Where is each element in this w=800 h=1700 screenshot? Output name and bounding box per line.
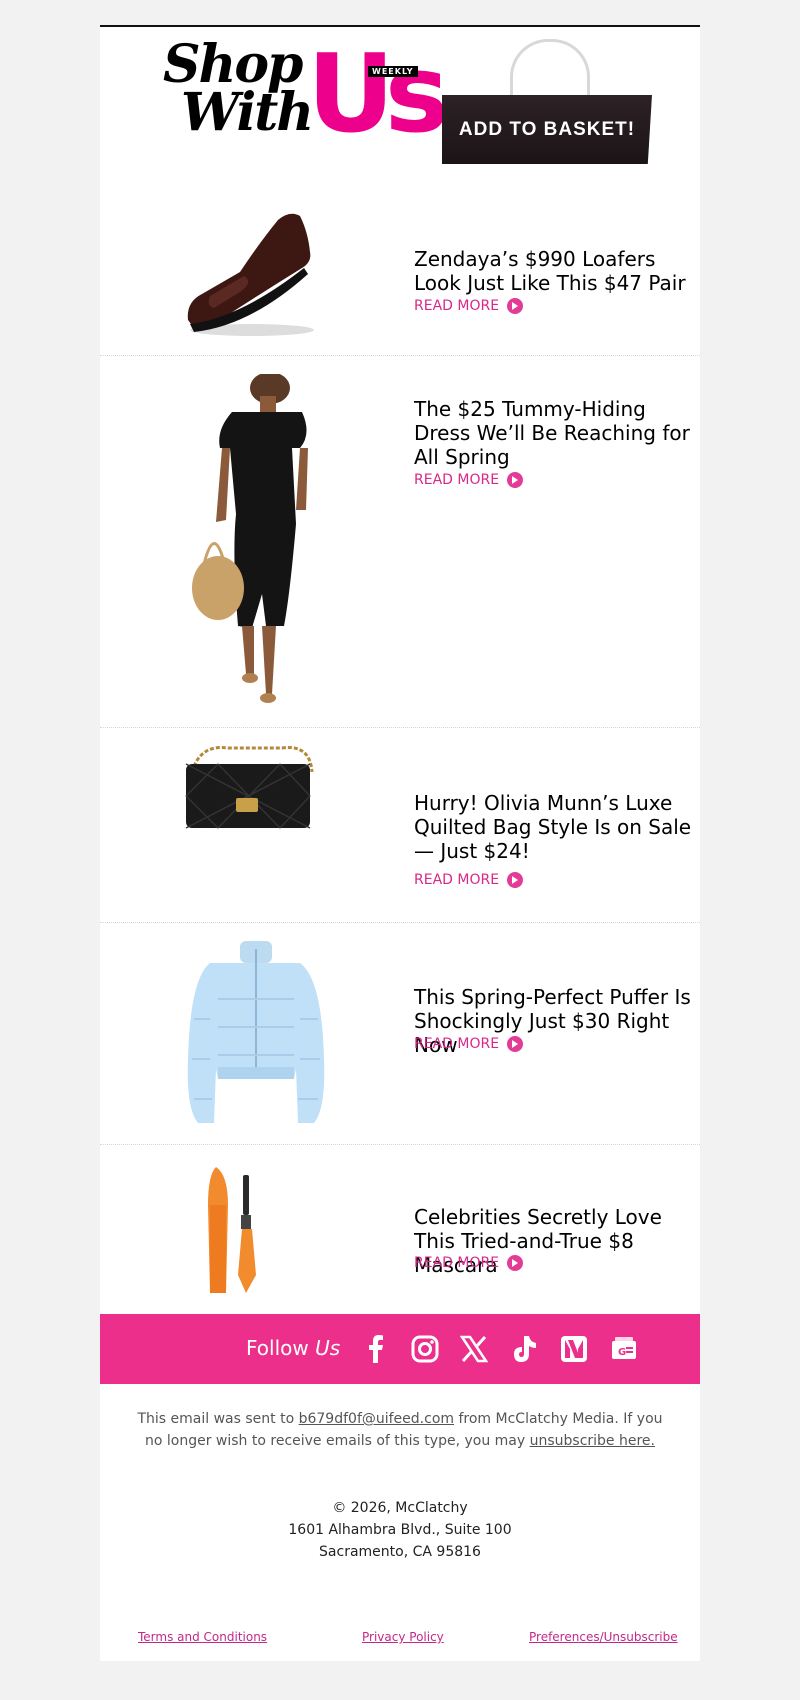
bag-label: ADD TO BASKET! [458,118,636,140]
shop-with-us-logo[interactable]: Shop With [163,39,314,143]
loafer-image[interactable] [180,202,330,342]
read-more-link[interactable]: READ MORE [414,296,524,316]
black-quilted-bag-icon [185,746,314,829]
article-title[interactable]: Hurry! Olivia Munn’s Luxe Quilted Bag St… [414,791,700,863]
dress-image[interactable] [180,372,330,714]
header-banner[interactable]: Shop With Us WEEKLY ADD TO BASKET! [100,27,700,190]
unsubscribe-link[interactable]: unsubscribe here. [530,1433,655,1449]
us-weekly-logo[interactable]: Us [307,41,449,149]
read-more-link[interactable]: READ MORE [414,1034,524,1054]
address-line-2: Sacramento, CA 95816 [319,1544,481,1560]
read-more-label: READ MORE [414,872,500,888]
add-to-basket-bag[interactable]: ADD TO BASKET! [442,95,652,164]
notice-prefix: This email was sent to [137,1411,299,1427]
article-title[interactable]: The $25 Tummy-Hiding Dress We’ll Be Reac… [414,397,700,469]
read-more-label: READ MORE [414,1255,500,1271]
quilted-bag-image[interactable] [180,744,330,834]
preferences-unsubscribe-link[interactable]: Preferences/Unsubscribe [529,1630,678,1644]
company-address: © 2026, McClatchy 1601 Alhambra Blvd., S… [100,1497,700,1563]
article-item: This Spring-Perfect Puffer Is Shockingly… [100,923,700,1145]
arrow-right-circle-icon [507,872,524,888]
read-more-link[interactable]: READ MORE [414,470,524,490]
arrow-right-circle-icon [507,472,524,488]
email-body: Shop With Us WEEKLY ADD TO BASKET! Zenda… [100,25,700,1661]
tiktok-icon[interactable] [509,1334,539,1364]
orange-mascara-icon [208,1167,256,1293]
weekly-badge: WEEKLY [368,66,418,77]
read-more-label: READ MORE [414,298,500,314]
read-more-link[interactable]: READ MORE [414,870,524,890]
brown-loafer-icon [187,213,314,336]
logo-with-text: With [181,82,314,143]
article-title[interactable]: Zendaya’s $990 Loafers Look Just Like Th… [414,247,700,295]
copyright-text: © 2026, McClatchy [332,1500,468,1516]
article-item: The $25 Tummy-Hiding Dress We’ll Be Reac… [100,356,700,728]
follow-us-label: Follow Us [246,1336,340,1360]
puffer-jacket-image[interactable] [180,939,330,1129]
light-blue-puffer-icon [187,941,325,1123]
arrow-right-circle-icon [507,1036,524,1052]
arrow-right-circle-icon [507,1255,524,1271]
google-news-icon[interactable]: G [609,1334,639,1364]
read-more-label: READ MORE [414,1036,500,1052]
black-dress-model-icon [192,372,308,703]
article-item: Celebrities Secretly Love This Tried-and… [100,1145,700,1317]
follow-us-bar: Follow Us G [100,1314,700,1384]
article-item: Hurry! Olivia Munn’s Luxe Quilted Bag St… [100,728,700,923]
terms-link[interactable]: Terms and Conditions [138,1630,267,1644]
address-line-1: 1601 Alhambra Blvd., Suite 100 [288,1522,512,1538]
footer-links: Terms and Conditions Privacy Policy Pref… [100,1630,700,1650]
apple-news-icon[interactable] [559,1334,589,1364]
arrow-right-circle-icon [507,298,524,314]
email-notice: This email was sent to b679df0f@uifeed.c… [130,1408,670,1452]
svg-text:G: G [618,1347,626,1358]
follow-label: Follow [246,1336,309,1360]
follow-us-italic: Us [315,1336,341,1360]
article-item: Zendaya’s $990 Loafers Look Just Like Th… [100,190,700,356]
recipient-email-link[interactable]: b679df0f@uifeed.com [299,1411,454,1427]
privacy-link[interactable]: Privacy Policy [362,1630,444,1644]
read-more-link[interactable]: READ MORE [414,1253,524,1273]
x-icon[interactable] [459,1334,489,1364]
instagram-icon[interactable] [410,1334,440,1364]
read-more-label: READ MORE [414,472,500,488]
facebook-icon[interactable] [361,1334,391,1364]
mascara-image[interactable] [180,1165,330,1295]
